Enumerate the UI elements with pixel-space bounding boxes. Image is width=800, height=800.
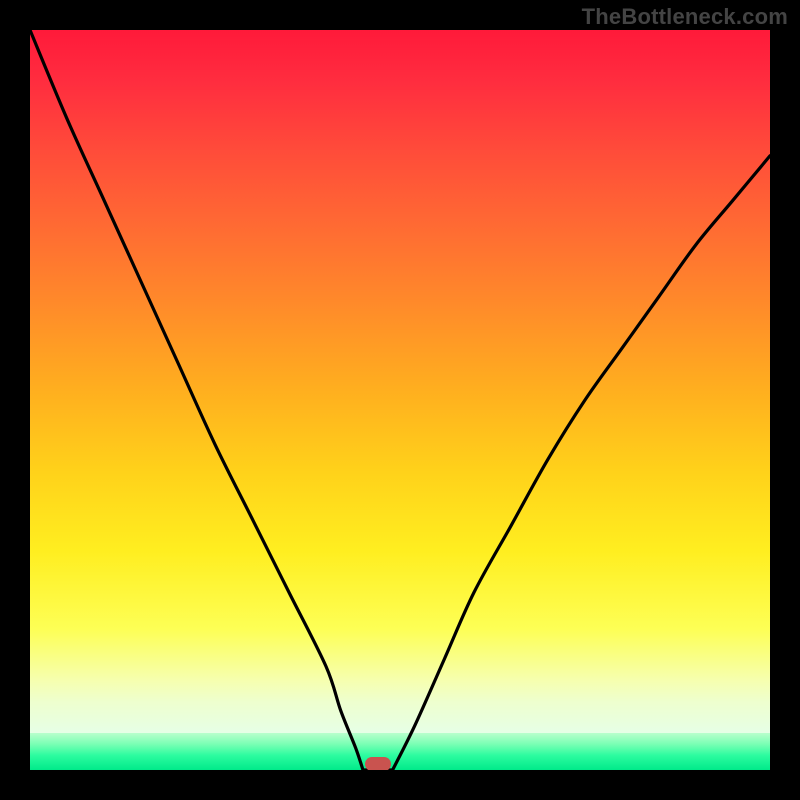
chart-frame: TheBottleneck.com — [0, 0, 800, 800]
watermark-text: TheBottleneck.com — [582, 4, 788, 30]
curve-left — [30, 30, 363, 770]
curve-layer — [30, 30, 770, 770]
optimum-marker — [365, 757, 391, 770]
curve-right — [393, 156, 770, 770]
plot-area — [30, 30, 770, 770]
